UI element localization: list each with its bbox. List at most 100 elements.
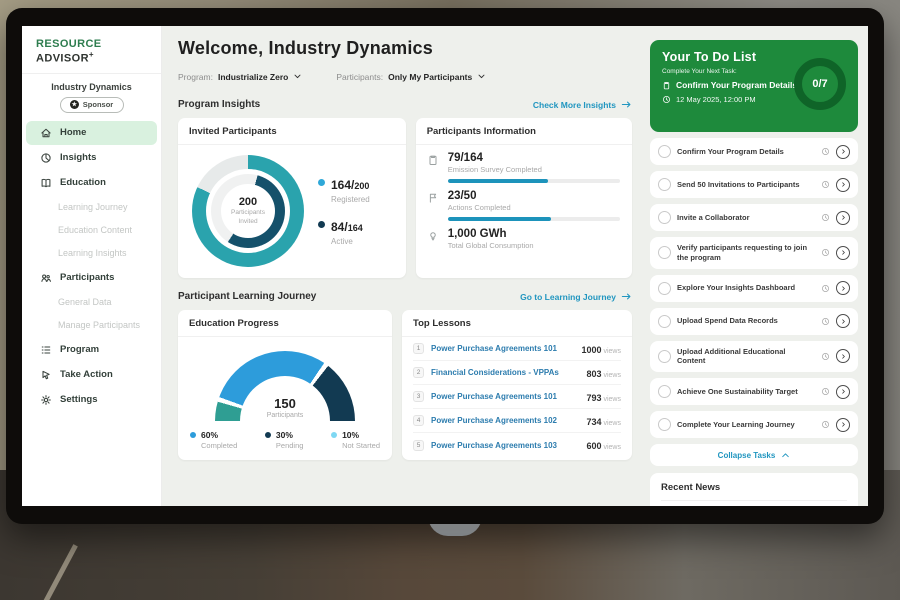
invited-donut-inner: 200 Participants Invited bbox=[211, 174, 285, 248]
education-icon bbox=[40, 177, 52, 189]
program-insights-title: Program Insights bbox=[178, 99, 260, 110]
go-to-learning-journey-link[interactable]: Go to Learning Journey bbox=[520, 292, 632, 302]
registered-legend: 164/200 Registered bbox=[318, 176, 370, 204]
sidebar-item-take-action[interactable]: Take Action bbox=[26, 363, 157, 387]
task-checkbox[interactable] bbox=[658, 246, 671, 259]
participants-information-title: Participants Information bbox=[416, 118, 632, 145]
clock-icon bbox=[821, 248, 830, 257]
clock-icon bbox=[821, 213, 830, 222]
sidebar: RESOURCE ADVISOR+ Industry Dynamics ★ Sp… bbox=[22, 26, 162, 506]
lesson-link[interactable]: Power Purchase Agreements 102 bbox=[431, 416, 579, 425]
bulb-icon bbox=[427, 228, 440, 250]
task-item[interactable]: Complete Your Learning Journey bbox=[650, 411, 858, 438]
lesson-row: 1 Power Purchase Agreements 101 1000view… bbox=[413, 337, 621, 361]
task-item[interactable]: Explore Your Insights Dashboard bbox=[650, 275, 858, 302]
chevron-right-icon bbox=[840, 148, 847, 155]
lesson-link[interactable]: Power Purchase Agreements 101 bbox=[431, 344, 574, 353]
todo-summary-card: Your To Do List Complete Your Next Task:… bbox=[650, 40, 858, 132]
participants-filter-dropdown[interactable]: Participants: Only My Participants bbox=[336, 68, 486, 86]
sidebar-item-learning-journey[interactable]: Learning Journey bbox=[22, 196, 161, 219]
main-content: Welcome, Industry Dynamics Program: Indu… bbox=[162, 26, 644, 506]
check-more-insights-link[interactable]: Check More Insights bbox=[533, 100, 632, 110]
task-open-button[interactable] bbox=[836, 145, 850, 159]
sidebar-item-program[interactable]: Program bbox=[26, 338, 157, 362]
sidebar-item-participants[interactable]: Participants bbox=[26, 266, 157, 290]
clock-icon bbox=[662, 95, 671, 104]
task-open-button[interactable] bbox=[836, 211, 850, 225]
task-open-button[interactable] bbox=[836, 385, 850, 399]
education-gauge: 150 Participants bbox=[215, 351, 355, 421]
invited-participants-title: Invited Participants bbox=[178, 118, 406, 145]
top-lessons-title: Top Lessons bbox=[402, 310, 632, 337]
invited-participants-card: Invited Participants 200 Participants In… bbox=[178, 118, 406, 278]
sidebar-item-home[interactable]: Home bbox=[26, 121, 157, 145]
recent-news-title: Recent News bbox=[661, 482, 847, 501]
actions-icon bbox=[427, 190, 440, 221]
clock-icon bbox=[821, 180, 830, 189]
chevron-right-icon bbox=[840, 353, 847, 360]
task-item[interactable]: Invite a Collaborator bbox=[650, 204, 858, 231]
arrow-right-icon bbox=[621, 292, 632, 301]
arrow-right-icon bbox=[621, 100, 632, 109]
task-item[interactable]: Confirm Your Program Details bbox=[650, 138, 858, 165]
program-filter-dropdown[interactable]: Program: Industrialize Zero bbox=[178, 68, 302, 86]
lesson-link[interactable]: Power Purchase Agreements 103 bbox=[431, 441, 579, 450]
dashboard-screen: RESOURCE ADVISOR+ Industry Dynamics ★ Sp… bbox=[22, 26, 868, 506]
task-checkbox[interactable] bbox=[658, 178, 671, 191]
task-item[interactable]: Verify participants requesting to join t… bbox=[650, 237, 858, 269]
task-item[interactable]: Achieve One Sustainability Target bbox=[650, 378, 858, 405]
sidebar-item-insights[interactable]: Insights bbox=[26, 146, 157, 170]
sponsor-icon: ★ bbox=[70, 100, 79, 109]
task-checkbox[interactable] bbox=[658, 418, 671, 431]
task-item[interactable]: Upload Spend Data Records bbox=[650, 308, 858, 335]
education-progress-title: Education Progress bbox=[178, 310, 392, 337]
lesson-link[interactable]: Financial Considerations - VPPAs bbox=[431, 368, 579, 377]
clock-icon bbox=[821, 420, 830, 429]
chevron-right-icon bbox=[840, 214, 847, 221]
invited-donut-center: 200 Participants Invited bbox=[221, 184, 275, 238]
sidebar-nav: Home Insights Education Learning Journey… bbox=[22, 121, 161, 412]
task-checkbox[interactable] bbox=[658, 350, 671, 363]
task-item[interactable]: Upload Additional Educational Content bbox=[650, 341, 858, 373]
actions-completed-stat: 23/50 Actions Completed bbox=[416, 183, 632, 221]
settings-icon bbox=[40, 394, 52, 406]
clock-icon bbox=[821, 147, 830, 156]
education-progress-card: Education Progress 150 Participants 60% … bbox=[178, 310, 392, 460]
sidebar-item-education-content[interactable]: Education Content bbox=[22, 219, 161, 242]
program-icon bbox=[40, 344, 52, 356]
sponsor-badge[interactable]: ★ Sponsor bbox=[60, 97, 124, 113]
collapse-tasks-link[interactable]: Collapse Tasks bbox=[650, 444, 858, 466]
task-open-button[interactable] bbox=[836, 246, 850, 260]
learning-journey-title: Participant Learning Journey bbox=[178, 291, 316, 302]
clock-icon bbox=[821, 284, 830, 293]
task-checkbox[interactable] bbox=[658, 282, 671, 295]
task-open-button[interactable] bbox=[836, 349, 850, 363]
sidebar-item-education[interactable]: Education bbox=[26, 171, 157, 195]
chevron-right-icon bbox=[840, 181, 847, 188]
task-checkbox[interactable] bbox=[658, 385, 671, 398]
survey-progress-fill bbox=[448, 179, 548, 183]
lesson-row: 5 Power Purchase Agreements 103 600views bbox=[413, 433, 621, 457]
sidebar-item-settings[interactable]: Settings bbox=[26, 388, 157, 412]
task-checkbox[interactable] bbox=[658, 211, 671, 224]
task-open-button[interactable] bbox=[836, 418, 850, 432]
monitor-bezel: RESOURCE ADVISOR+ Industry Dynamics ★ Sp… bbox=[6, 8, 884, 524]
task-open-button[interactable] bbox=[836, 281, 850, 295]
chevron-right-icon bbox=[840, 249, 847, 256]
sidebar-item-general-data[interactable]: General Data bbox=[22, 291, 161, 314]
chevron-down-icon bbox=[477, 68, 486, 86]
todo-progress-ring: 0/7 bbox=[794, 58, 846, 110]
top-lessons-card: Top Lessons 1 Power Purchase Agreements … bbox=[402, 310, 632, 460]
lesson-row: 3 Power Purchase Agreements 101 793views bbox=[413, 385, 621, 409]
task-checkbox[interactable] bbox=[658, 145, 671, 158]
task-checkbox[interactable] bbox=[658, 315, 671, 328]
lesson-link[interactable]: Power Purchase Agreements 101 bbox=[431, 392, 579, 401]
completed-legend: 60% Completed bbox=[190, 430, 237, 450]
take-action-icon bbox=[40, 369, 52, 381]
task-open-button[interactable] bbox=[836, 178, 850, 192]
sidebar-item-manage-participants[interactable]: Manage Participants bbox=[22, 314, 161, 337]
sidebar-item-learning-insights[interactable]: Learning Insights bbox=[22, 242, 161, 265]
task-open-button[interactable] bbox=[836, 314, 850, 328]
insights-icon bbox=[40, 152, 52, 164]
task-item[interactable]: Send 50 Invitations to Participants bbox=[650, 171, 858, 198]
